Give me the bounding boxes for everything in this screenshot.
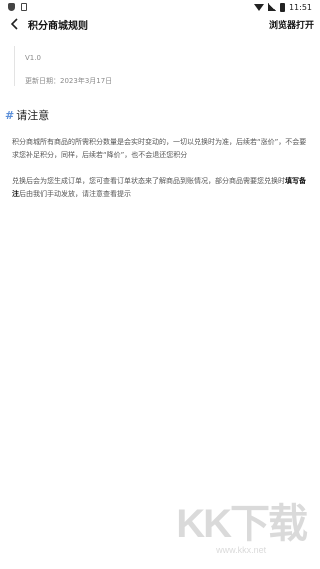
- status-time: 11:51: [288, 2, 312, 12]
- paragraph-2-text: 兑换后会为您生成订单，您可查看订单状态来了解商品到账情况，部分商品需要您兑换时: [12, 177, 285, 185]
- status-bar: 11:51: [0, 0, 320, 14]
- section-title: 请注意: [16, 109, 50, 122]
- document-meta: V1.0 更新日期：2023年3月17日: [14, 46, 112, 86]
- open-in-browser-button[interactable]: 浏览器打开: [269, 18, 314, 31]
- back-arrow-icon: [11, 18, 18, 30]
- version-label: V1.0: [25, 54, 41, 62]
- back-button[interactable]: [8, 15, 22, 33]
- status-left: [8, 3, 27, 11]
- page-title: 积分商城规则: [28, 20, 88, 32]
- paragraph-2-text-tail: 后由我们手动发放，请注意查看提示: [19, 190, 131, 198]
- rule-paragraph-1: 积分商城所有商品的所需积分数量是会实时变动的，一切以兑换时为准，后续若“涨价”，…: [12, 138, 307, 159]
- signal-icon: [267, 3, 276, 11]
- updated-date: 更新日期：2023年3月17日: [25, 77, 113, 85]
- battery-icon: [279, 2, 285, 12]
- status-right: 11:51: [253, 2, 312, 12]
- rule-paragraph-2: 兑换后会为您生成订单，您可查看订单状态来了解商品到账情况，部分商品需要您兑换时填…: [12, 175, 310, 201]
- watermark-logo: KK下载: [176, 502, 308, 546]
- app-bar: 积分商城规则 浏览器打开: [0, 14, 320, 34]
- sim-card-icon: [21, 3, 27, 11]
- wifi-icon: [253, 3, 264, 11]
- hash-marker: #: [5, 108, 15, 122]
- section-heading: # 请注意: [5, 107, 49, 123]
- shield-icon: [8, 3, 15, 11]
- watermark: KK下载 www.kkx.net: [176, 491, 308, 555]
